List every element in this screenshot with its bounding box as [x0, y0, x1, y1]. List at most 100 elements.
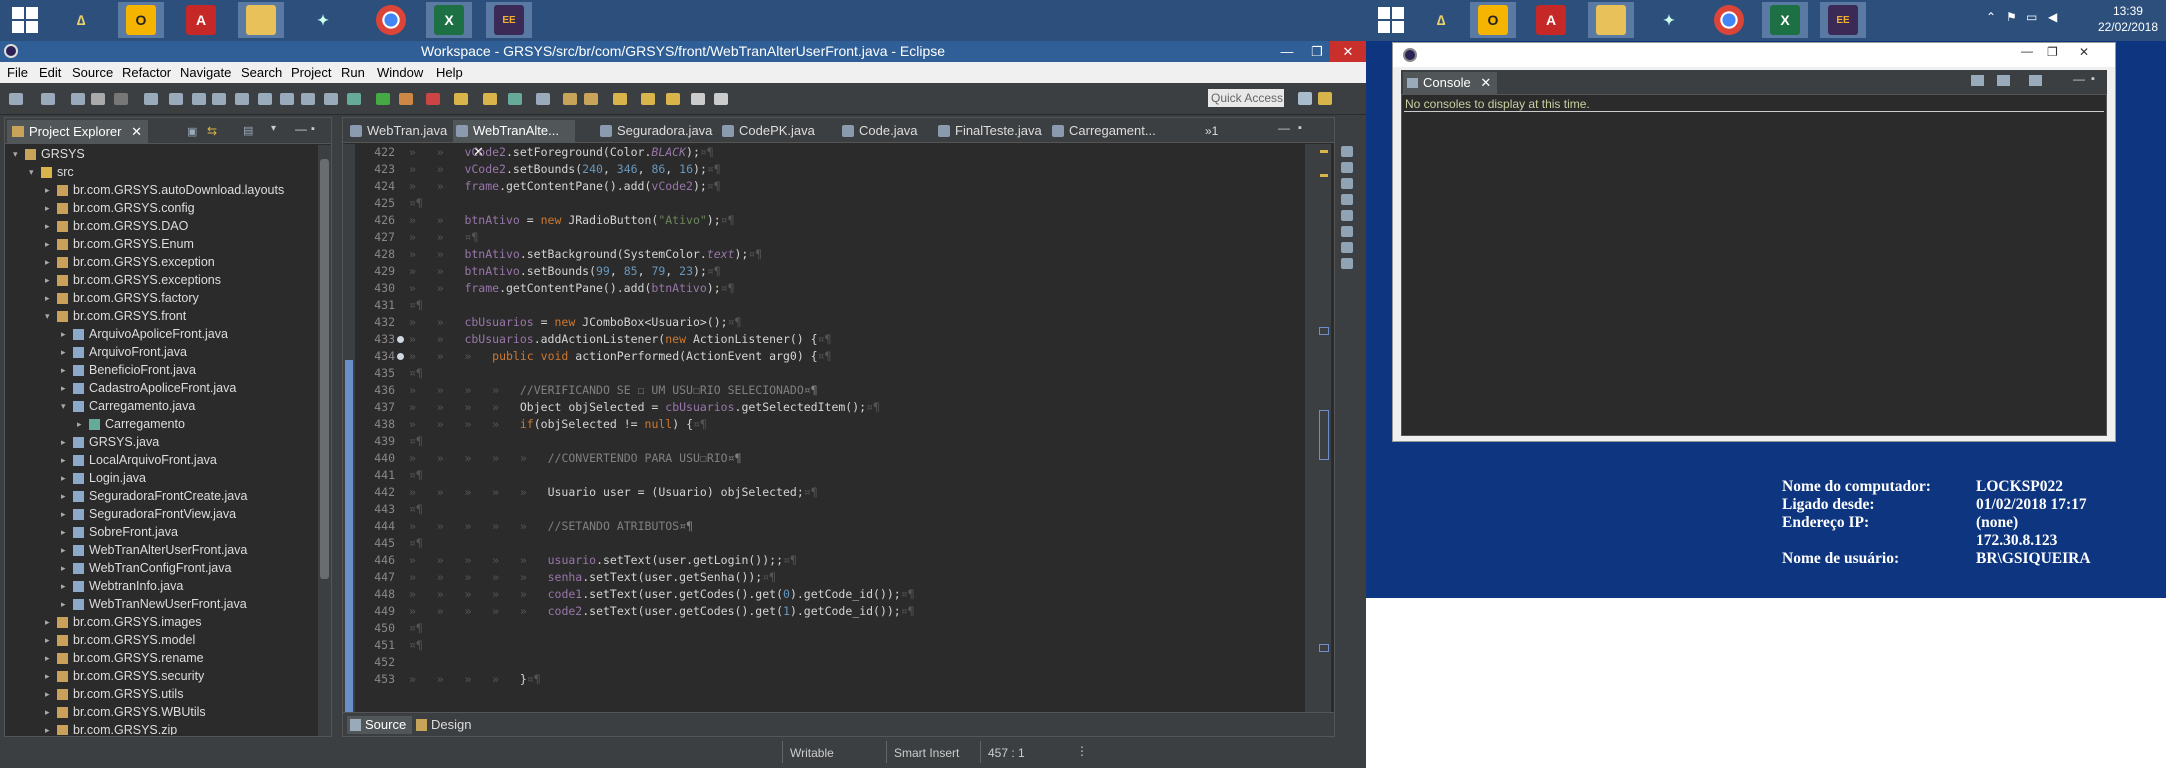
acrobat-taskbar-button[interactable]: A	[178, 2, 224, 38]
code-line[interactable]: 451 ¤¶	[355, 637, 1305, 654]
tree-item[interactable]: ▸ SeguradoraFrontView.java	[5, 505, 317, 523]
code-line[interactable]: 440 » » » » » //CONVERTENDO PARA USU☐RIO¤…	[355, 450, 1305, 467]
tree-item[interactable]: ▸ WebTranAlterUserFront.java	[5, 541, 317, 559]
collapsed-arrow-icon[interactable]: ▸	[61, 577, 66, 595]
tree-item[interactable]: ▾ GRSYS	[5, 145, 317, 163]
save-all-icon[interactable]	[70, 93, 85, 105]
code-line[interactable]: 434 » » » public void actionPerformed(Act…	[355, 348, 1305, 365]
code-line[interactable]: 452	[355, 654, 1305, 671]
code-line[interactable]: 425 ¤¶	[355, 195, 1305, 212]
tree-item[interactable]: ▸ br.com.GRSYS.rename	[5, 649, 317, 667]
collapsed-arrow-icon[interactable]: ▸	[61, 325, 66, 343]
tree-item[interactable]: ▸ SeguradoraFrontCreate.java	[5, 487, 317, 505]
collapsed-arrow-icon[interactable]: ▸	[61, 595, 66, 613]
design-tab[interactable]: Design	[413, 716, 471, 734]
collapsed-arrow-icon[interactable]: ▸	[45, 289, 50, 307]
editor-tab[interactable]: Carregament...	[1049, 120, 1159, 143]
excel-taskbar-button[interactable]: X	[426, 2, 472, 38]
console-view-minimize-icon[interactable]: —	[2073, 72, 2085, 86]
menu-run[interactable]: Run	[341, 65, 365, 80]
drop-frame-icon[interactable]	[300, 93, 315, 105]
java-ee-taskbar-button[interactable]: EE	[486, 2, 532, 38]
code-line[interactable]: 432 » » cbUsuarios = new JComboBox<Usuari…	[355, 314, 1305, 331]
console-tab-close-icon[interactable]: ✕	[1480, 75, 1491, 90]
display-icon[interactable]: ▭	[2026, 10, 2037, 24]
expanded-arrow-icon[interactable]: ▾	[45, 307, 50, 325]
console-display-icon[interactable]	[1997, 75, 2010, 86]
search-view-icon[interactable]	[1341, 226, 1353, 237]
tree-item[interactable]: ▸ br.com.GRSYS.exceptions	[5, 271, 317, 289]
collapsed-arrow-icon[interactable]: ▸	[45, 685, 50, 703]
collapsed-arrow-icon[interactable]: ▸	[45, 235, 50, 253]
forward-icon[interactable]	[713, 93, 728, 105]
console-maximize-button[interactable]: ❐	[2047, 45, 2058, 59]
terminate-icon[interactable]	[191, 93, 206, 105]
collapsed-arrow-icon[interactable]: ▸	[61, 469, 66, 487]
menu-project[interactable]: Project	[291, 65, 331, 80]
start-button[interactable]	[2, 2, 48, 38]
collapsed-arrow-icon[interactable]: ▸	[61, 343, 66, 361]
tree-item[interactable]: ▸ SobreFront.java	[5, 523, 317, 541]
code-line[interactable]: 438 » » » » if(objSelected != null) {¤¶	[355, 416, 1305, 433]
console-close-button[interactable]: ✕	[2079, 45, 2089, 59]
code-line[interactable]: 431 ¤¶	[355, 297, 1305, 314]
code-line[interactable]: 439 ¤¶	[355, 433, 1305, 450]
annotation-prev-icon[interactable]	[640, 93, 655, 105]
problems-icon[interactable]	[1341, 178, 1353, 189]
collapsed-arrow-icon[interactable]: ▸	[45, 271, 50, 289]
pause-icon[interactable]	[212, 93, 227, 105]
expanded-arrow-icon[interactable]: ▾	[61, 397, 66, 415]
debug-config-icon[interactable]	[114, 93, 128, 105]
java-ee-taskbar-button-2[interactable]: EE	[1820, 2, 1866, 38]
code-line[interactable]: 429 » » btnAtivo.setBounds(99, 85, 79, 23…	[355, 263, 1305, 280]
tray-chevron-icon[interactable]: ⌃	[1986, 10, 1996, 24]
status-menu-icon[interactable]: ⋮	[1076, 744, 1088, 758]
java-perspective-icon[interactable]	[1318, 92, 1332, 105]
chrome-taskbar-button[interactable]	[368, 2, 414, 38]
menu-navigate[interactable]: Navigate	[180, 65, 231, 80]
tree-item[interactable]: ▸ br.com.GRSYS.factory	[5, 289, 317, 307]
code-line[interactable]: 433 » » cbUsuarios.addActionListener(new …	[355, 331, 1305, 348]
console-open-icon[interactable]	[2029, 75, 2042, 86]
collapsed-arrow-icon[interactable]: ▸	[45, 649, 50, 667]
collapse-all-icon[interactable]: ▣	[187, 125, 197, 138]
console-minimize-button[interactable]: —	[2021, 44, 2033, 58]
tree-item[interactable]: ▸ LocalArquivoFront.java	[5, 451, 317, 469]
progress-icon[interactable]	[1341, 258, 1353, 269]
code-line[interactable]: 436 » » » » //VERIFICANDO SE ☐ UM USU☐RIO…	[355, 382, 1305, 399]
network-taskbar-button[interactable]: ✦	[300, 2, 346, 38]
console-output[interactable]: No consoles to display at this time.	[1401, 94, 2107, 436]
editor-tab[interactable]: WebTranAlte... ✕	[453, 120, 575, 159]
project-explorer-close-icon[interactable]: ✕	[131, 124, 142, 139]
tree-item[interactable]: ▸ br.com.GRSYS.autoDownload.layouts	[5, 181, 317, 199]
external-tools-icon[interactable]	[426, 93, 441, 105]
chrome-taskbar-button-2[interactable]	[1706, 2, 1752, 38]
collapsed-arrow-icon[interactable]: ▸	[45, 631, 50, 649]
file-explorer-taskbar-button[interactable]	[238, 2, 284, 38]
code-line[interactable]: 445 ¤¶	[355, 535, 1305, 552]
annotation-next-icon[interactable]	[613, 93, 628, 105]
debug-icon[interactable]	[346, 93, 361, 105]
code-line[interactable]: 428 » » btnAtivo.setBackground(SystemColo…	[355, 246, 1305, 263]
code-line[interactable]: 423 » » vCode2.setBounds(240, 346, 86, 16…	[355, 161, 1305, 178]
tree-item[interactable]: ▸ WebTranNewUserFront.java	[5, 595, 317, 613]
volume-icon[interactable]: ◀	[2048, 10, 2057, 24]
console-window-eclipse-icon[interactable]	[1403, 48, 1417, 62]
file-explorer-taskbar-button-2[interactable]	[1588, 2, 1634, 38]
expanded-arrow-icon[interactable]: ▾	[29, 163, 34, 181]
code-line[interactable]: 426 » » btnAtivo = new JRadioButton("Ativ…	[355, 212, 1305, 229]
collapsed-arrow-icon[interactable]: ▸	[45, 253, 50, 271]
back-icon[interactable]	[690, 93, 705, 105]
menu-source[interactable]: Source	[72, 65, 113, 80]
collapsed-arrow-icon[interactable]: ▸	[45, 181, 50, 199]
tree-item[interactable]: ▸ br.com.GRSYS.utils	[5, 685, 317, 703]
collapsed-arrow-icon[interactable]: ▸	[61, 361, 66, 379]
collapsed-arrow-icon[interactable]: ▸	[61, 523, 66, 541]
outline-icon[interactable]	[1341, 146, 1353, 157]
tree-item[interactable]: ▸ GRSYS.java	[5, 433, 317, 451]
tree-item[interactable]: ▸ br.com.GRSYS.exception	[5, 253, 317, 271]
step-return-icon[interactable]	[280, 93, 295, 105]
tree-item[interactable]: ▸ br.com.GRSYS.model	[5, 631, 317, 649]
override-marker-icon[interactable]	[397, 336, 404, 343]
collapsed-arrow-icon[interactable]: ▸	[45, 667, 50, 685]
